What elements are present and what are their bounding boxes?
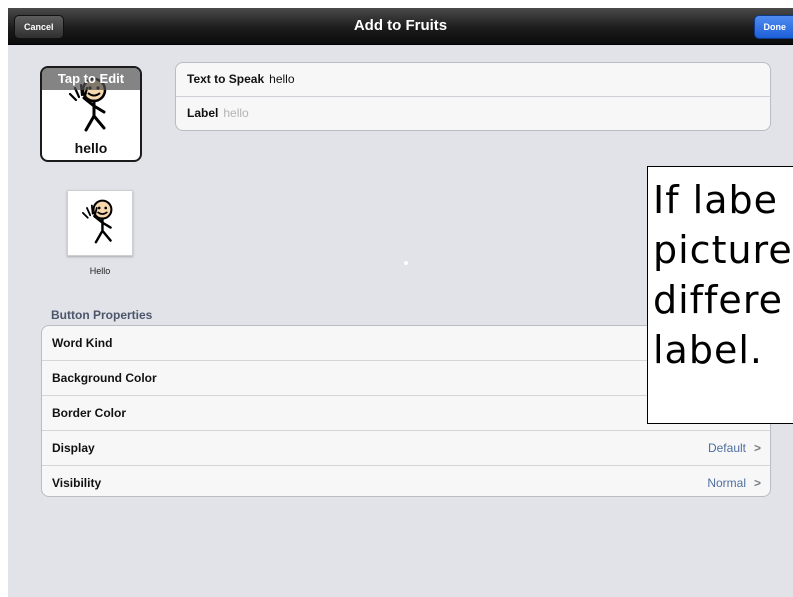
property-row-display[interactable]: Display Default > [42,431,770,466]
property-label: Visibility [52,476,102,490]
button-properties-header: Button Properties [51,308,153,322]
label-field[interactable]: Label hello [176,97,770,130]
property-value: Normal [707,476,746,490]
symbol-result-thumbnail[interactable] [67,190,133,256]
chevron-right-icon: > [753,441,761,455]
chevron-right-icon: > [753,476,761,490]
property-row-visibility[interactable]: Visibility Normal > [42,466,770,496]
property-label: Word Kind [52,336,113,350]
label-field-value[interactable]: hello [223,106,248,120]
text-to-speak-label: Text to Speak [187,72,265,86]
property-label: Display [52,441,95,455]
text-to-speak-field[interactable]: Text to Speak hello [176,63,770,97]
navigation-bar: Cancel Add to Fruits Done [8,8,793,45]
page-title: Add to Fruits [353,17,448,34]
button-preview-label: hello [74,140,108,156]
property-label: Background Color [52,371,157,385]
waving-person-icon [81,199,113,244]
property-value: Default [707,441,746,455]
annotation-callout: If labe picture differe label. [647,166,793,424]
text-fields-group: Text to Speak hello Label hello [175,62,771,131]
annotation-text: If labe picture differe label. [653,178,793,372]
page-indicator-dot [404,261,408,265]
text-to-speak-value[interactable]: hello [269,72,294,86]
done-button[interactable]: Done [753,15,793,39]
symbol-result-caption: Hello [89,266,111,276]
button-preview[interactable]: Tap to Edit hello [40,66,142,162]
label-field-label: Label [187,106,219,120]
property-label: Border Color [52,406,127,420]
tap-to-edit-banner[interactable]: Tap to Edit [42,68,140,90]
